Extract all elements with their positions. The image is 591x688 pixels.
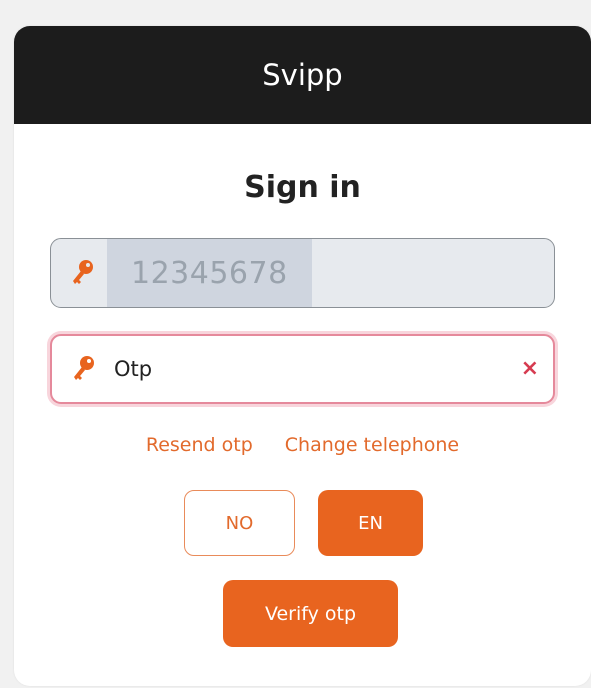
sign-in-card: Svipp Sign in 12345678 × Resend otp Chan…	[14, 26, 591, 686]
change-telephone-link[interactable]: Change telephone	[285, 434, 459, 456]
otp-input[interactable]	[112, 356, 506, 382]
resend-otp-link[interactable]: Resend otp	[146, 434, 253, 456]
verify-otp-button[interactable]: Verify otp	[223, 580, 398, 647]
key-icon	[73, 260, 93, 284]
key-icon	[74, 356, 94, 380]
phone-value: 12345678	[107, 239, 312, 307]
close-icon[interactable]: ×	[521, 358, 539, 380]
otp-field[interactable]: ×	[50, 334, 555, 404]
language-en-button[interactable]: EN	[318, 490, 423, 556]
phone-field[interactable]: 12345678	[50, 238, 555, 308]
app-header: Svipp	[14, 26, 591, 124]
otp-links: Resend otp Change telephone	[14, 434, 591, 456]
page-title: Sign in	[244, 170, 361, 205]
app-title: Svipp	[262, 58, 343, 92]
language-no-button[interactable]: NO	[184, 490, 295, 556]
